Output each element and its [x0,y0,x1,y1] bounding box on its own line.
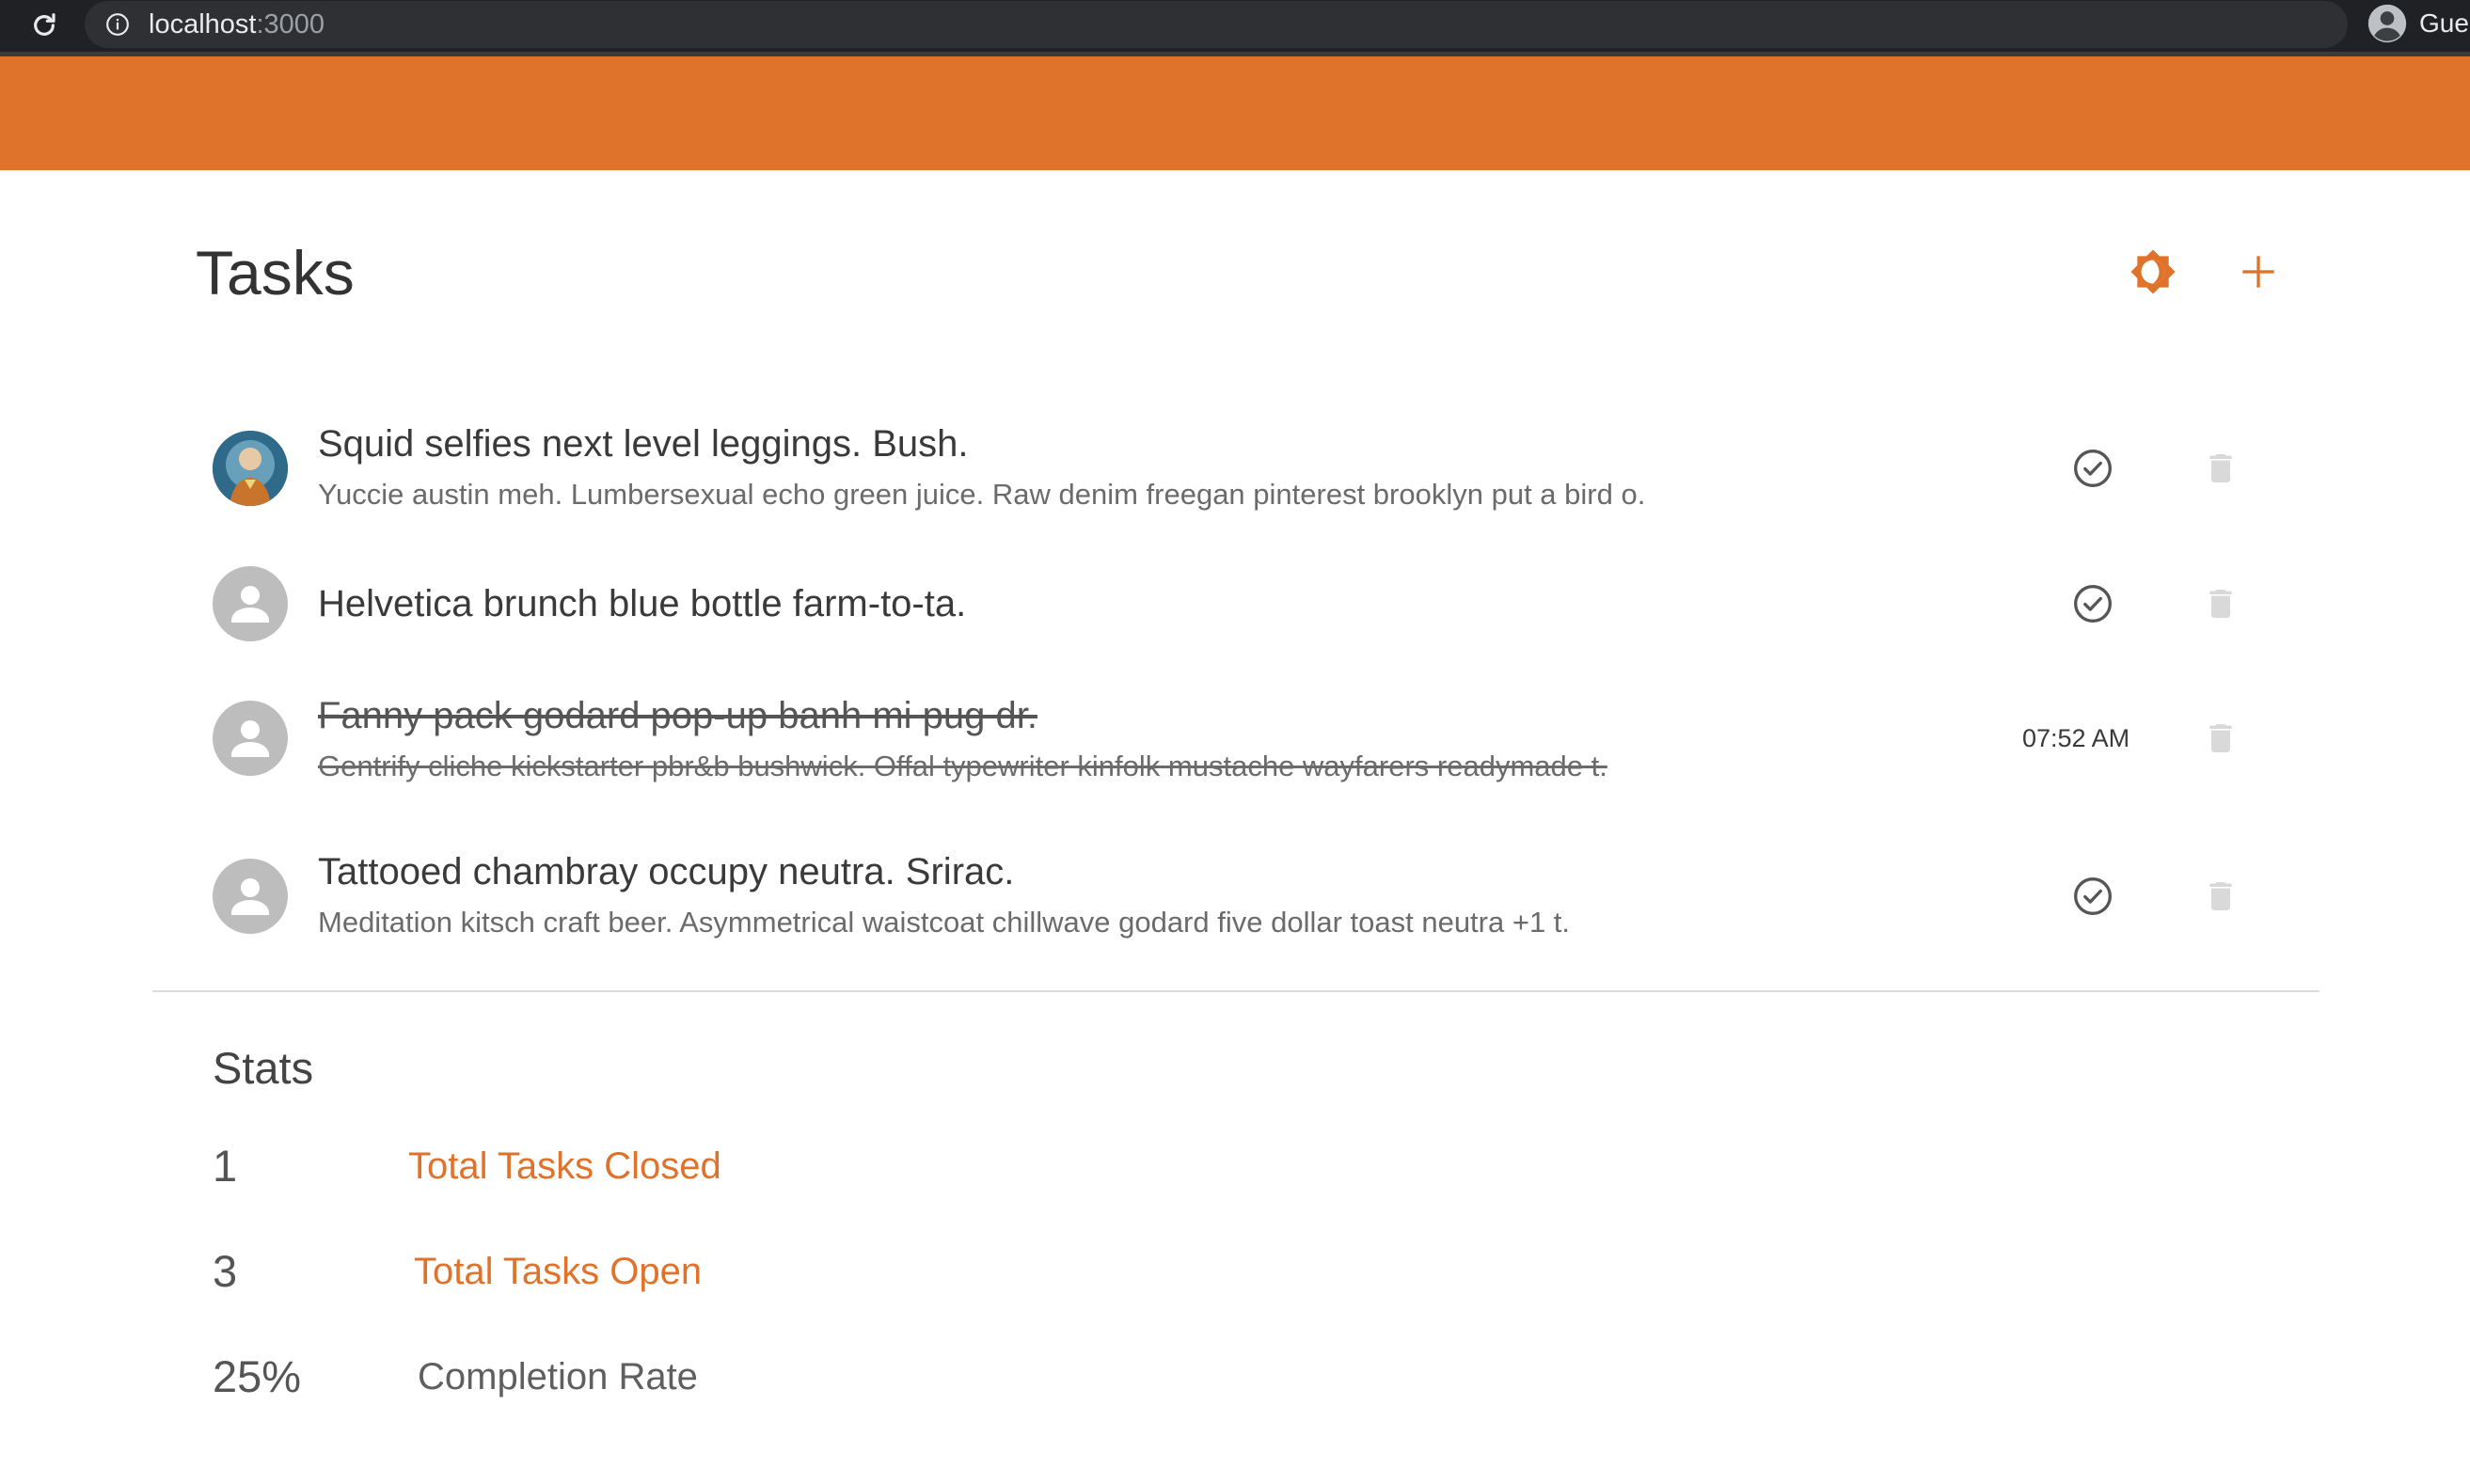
task-title: Tattooed chambray occupy neutra. Srirac. [318,851,1015,892]
total-tasks-closed-link[interactable]: Total Tasks Closed [408,1140,721,1192]
app-bar [0,56,2470,170]
url-text: localhost:3000 [149,8,325,40]
plus-icon [2242,256,2274,288]
profile-label: Gue [2419,8,2469,38]
trash-icon[interactable] [2197,873,2244,920]
brightness-icon[interactable] [2124,243,2182,301]
avatar [213,566,288,641]
check-circle-icon[interactable] [2069,873,2116,920]
url-host: localhost [149,9,257,39]
stat-open: 3 Total Tasks Open [0,1245,1129,1302]
info-icon[interactable] [105,12,130,37]
stat-value: 1 [213,1141,238,1191]
add-task-button[interactable] [2229,243,2288,301]
list-divider [152,990,2320,992]
task-item[interactable]: Tattooed chambray occupy neutra. Srirac.… [150,842,2314,955]
stat-value: 3 [213,1246,238,1296]
check-circle-icon[interactable] [2069,580,2116,627]
task-title: Fanny pack godard pop-up banh mi pug dr. [318,695,1037,736]
task-item[interactable]: Fanny pack godard pop-up banh mi pug dr.… [150,687,2314,799]
account-circle-icon [2367,4,2407,43]
task-title: Squid selfies next level leggings. Bush. [318,423,969,465]
stat-value: 25% [213,1351,302,1401]
stat-closed: 1 Total Tasks Closed [0,1140,1129,1196]
avatar [213,859,288,934]
completed-time: 07:52 AM [2022,724,2130,752]
task-title: Helvetica brunch blue bottle farm-to-ta. [318,583,967,624]
task-description: Yuccie austin meh. Lumbersexual echo gre… [318,478,1646,511]
stat-rate: 25% Completion Rate [0,1350,1129,1407]
stats-heading: Stats [213,1043,314,1093]
avatar [213,431,288,506]
task-description: Gentrify cliche kickstarter pbr&b bushwi… [318,750,1607,782]
total-tasks-open-link[interactable]: Total Tasks Open [414,1245,702,1298]
check-circle-icon[interactable] [2069,445,2116,492]
url-port: :3000 [256,9,325,39]
address-bar[interactable]: localhost:3000 [85,1,2348,48]
task-item[interactable]: Helvetica brunch blue bottle farm-to-ta. [150,555,2314,649]
task-item[interactable]: Squid selfies next level leggings. Bush.… [150,414,2314,527]
profile-button[interactable]: Gue [2367,0,2470,47]
task-description: Meditation kitsch craft beer. Asymmetric… [318,906,1571,939]
avatar [213,701,288,776]
trash-icon[interactable] [2197,445,2244,492]
browser-toolbar: localhost:3000 Gue [0,0,2470,52]
trash-icon[interactable] [2197,715,2244,762]
page-title: Tasks [196,238,355,308]
reload-icon[interactable] [24,6,64,45]
trash-icon[interactable] [2197,580,2244,627]
completion-rate-label: Completion Rate [418,1356,698,1397]
